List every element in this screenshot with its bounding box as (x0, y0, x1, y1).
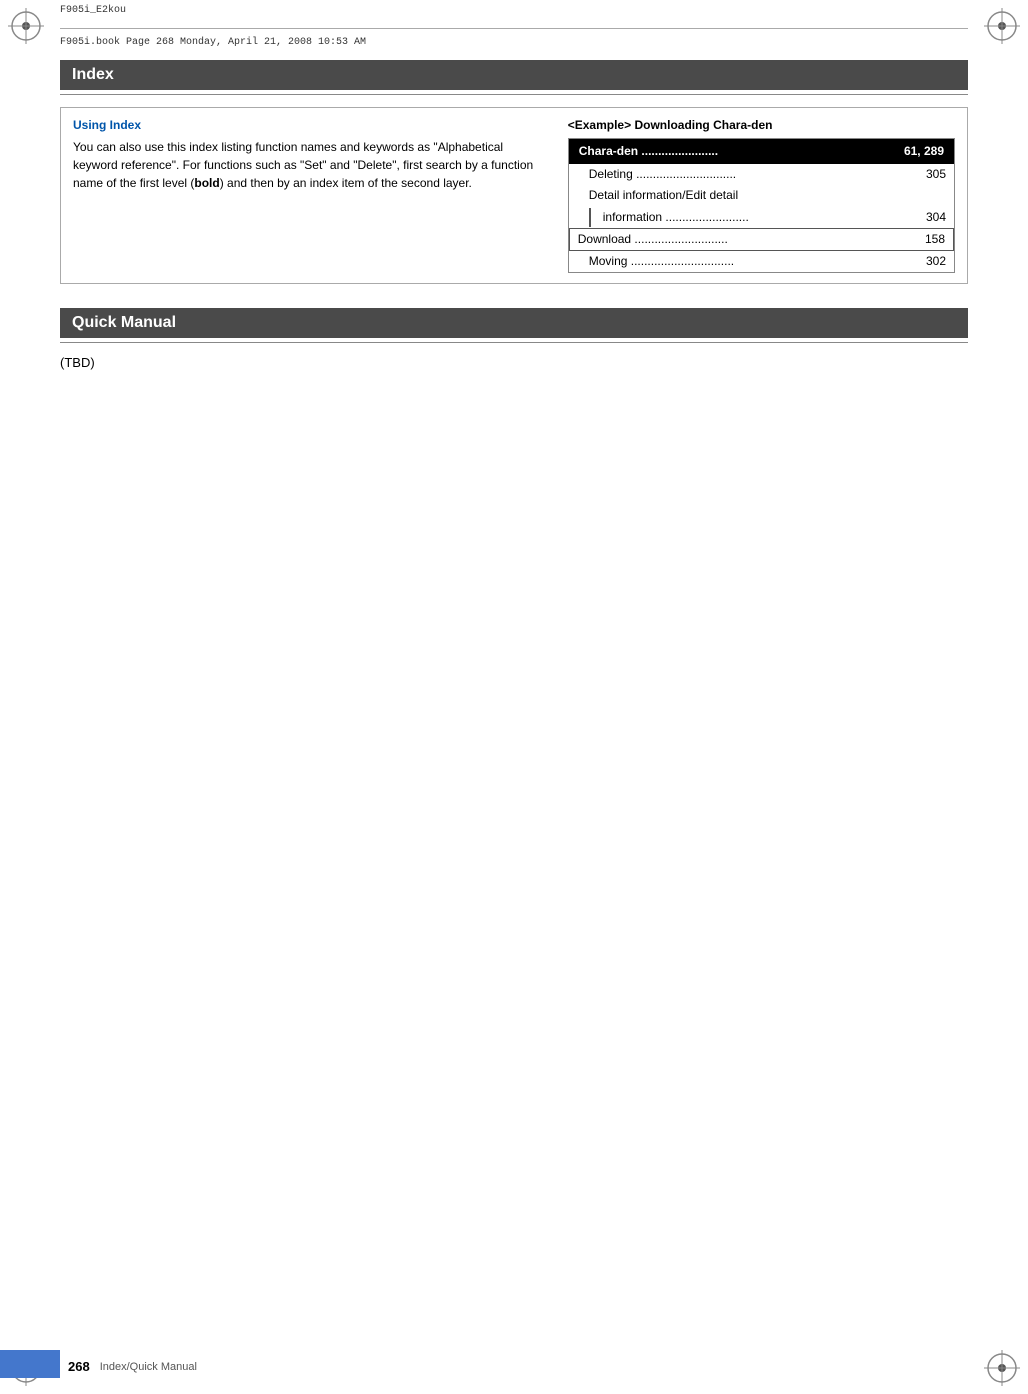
download-label: Download ............................ (578, 230, 905, 249)
file-info-line: F905i.book Page 268 Monday, April 21, 20… (60, 28, 968, 48)
footer-section-label: Index/Quick Manual (100, 1361, 197, 1373)
main-content: Index Using Index You can also use this … (60, 60, 968, 1334)
using-index-title: Using Index (73, 118, 538, 132)
example-title: <Example> Downloading Chara-den (568, 118, 955, 132)
index-row-information: information ......................... 30… (569, 207, 954, 228)
quick-manual-heading: Quick Manual (60, 308, 968, 338)
tbd-text: (TBD) (60, 355, 968, 370)
footer: 268 Index/Quick Manual (68, 1359, 197, 1374)
information-number: 304 (906, 208, 946, 227)
quick-manual-divider (60, 342, 968, 343)
index-row-moving: Moving ............................... 3… (569, 251, 954, 272)
using-index-body: You can also use this index listing func… (73, 138, 538, 192)
chara-den-label: Chara-den ....................... (579, 142, 904, 161)
using-index-left: Using Index You can also use this index … (73, 118, 538, 273)
index-divider (60, 94, 968, 95)
page-number: 268 (68, 1359, 90, 1374)
detail-number (906, 186, 946, 205)
page-header: F905i_E2kou (0, 0, 1028, 20)
information-label: information ......................... (589, 208, 906, 227)
using-index-container: Using Index You can also use this index … (60, 107, 968, 284)
corner-mark-br (980, 1346, 1024, 1390)
index-row-deleting: Deleting .............................. … (569, 164, 954, 185)
index-row-download: Download ............................ 15… (569, 228, 954, 251)
index-example-box: Chara-den ....................... 61, 28… (568, 138, 955, 273)
index-heading: Index (60, 60, 968, 90)
using-index-right: <Example> Downloading Chara-den Chara-de… (568, 118, 955, 273)
quick-manual-section: Quick Manual (TBD) (60, 308, 968, 370)
page-title-header: F905i_E2kou (60, 5, 126, 16)
index-row-detail: Detail information/Edit detail (569, 185, 954, 206)
download-number: 158 (905, 230, 945, 249)
moving-number: 302 (906, 252, 946, 271)
detail-label: Detail information/Edit detail (589, 186, 906, 205)
moving-label: Moving ............................... (589, 252, 906, 271)
bold-word: bold (194, 176, 219, 190)
chara-den-numbers: 61, 289 (904, 142, 944, 161)
deleting-number: 305 (906, 165, 946, 184)
footer-color-block (0, 1350, 60, 1378)
index-row-chara-den: Chara-den ....................... 61, 28… (569, 139, 954, 164)
deleting-label: Deleting .............................. (589, 165, 906, 184)
index-section: Index Using Index You can also use this … (60, 60, 968, 284)
file-info-text: F905i.book Page 268 Monday, April 21, 20… (60, 37, 366, 48)
